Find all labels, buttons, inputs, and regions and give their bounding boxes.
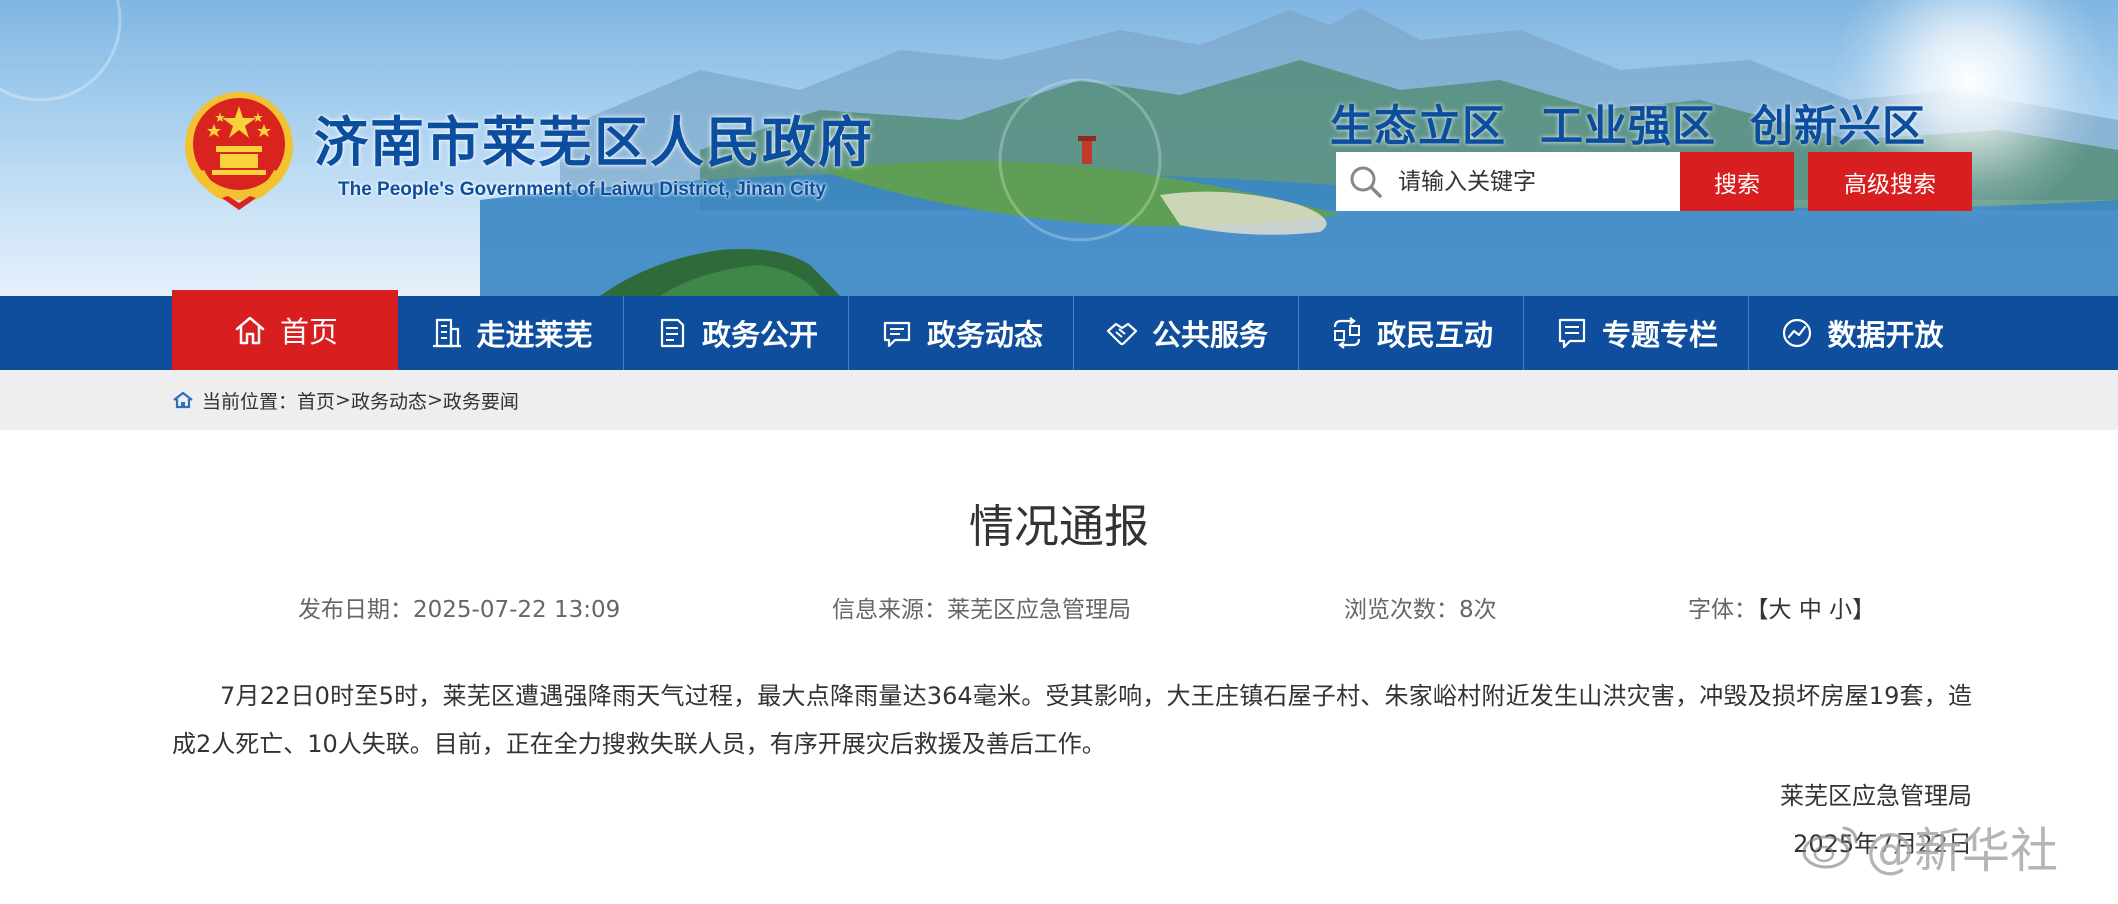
nav-item-special-topics[interactable]: 专题专栏 <box>1524 296 1749 370</box>
watermark-text: @新华社 <box>1866 823 2059 879</box>
slogan: 生态立区 工业强区 创新兴区 <box>1330 102 1926 152</box>
info-source: 信息来源：莱芜区应急管理局 <box>832 597 1131 623</box>
article-body: 7月22日0时至5时，莱芜区遭遇强降雨天气过程，最大点降雨量达364毫米。受其影… <box>172 682 1972 758</box>
nav-item-gov-info[interactable]: 政务公开 <box>624 296 849 370</box>
breadcrumb-prefix: 当前位置： <box>202 390 298 413</box>
nav-item-interaction[interactable]: 政民互动 <box>1299 296 1524 370</box>
chat-icon <box>883 321 911 348</box>
search-box <box>1336 152 1680 211</box>
search-icon <box>1350 166 1382 198</box>
nav-item-home[interactable]: 首页 <box>172 290 398 370</box>
home-icon <box>173 391 193 409</box>
handshake-icon <box>1106 322 1138 346</box>
nav-item-public-service[interactable]: 公共服务 <box>1074 296 1299 370</box>
nav-item-label: 首页 <box>279 315 338 349</box>
font-size-large[interactable]: 大 <box>1769 597 1792 623</box>
nav-item-label: 公共服务 <box>1151 318 1268 352</box>
interaction-icon <box>1333 317 1361 349</box>
site-subtitle: The People's Government of Laiwu Distric… <box>338 179 827 200</box>
article-signature: 莱芜区应急管理局 <box>1780 782 1972 810</box>
breadcrumb-home-link[interactable]: 首页 <box>297 387 335 414</box>
breadcrumb-gov-news-link[interactable]: 政务动态 <box>351 387 427 414</box>
breadcrumb-bar: 当前位置： 首页 > 政务动态 > 政务要闻 <box>0 370 2118 430</box>
nav-item-label: 专题专栏 <box>1601 318 1718 352</box>
main-nav: 首页 走进莱芜 政务公开 政务动态 公共服务 政民互动 专题专栏 数据开放 <box>0 290 2118 370</box>
nav-item-label: 政务动态 <box>926 318 1043 352</box>
search-button[interactable]: 搜索 <box>1680 152 1794 211</box>
font-size-selector: 字体：【大 中 小】 <box>1688 590 1875 624</box>
search-input[interactable] <box>1398 168 1668 195</box>
header-banner: 济南市莱芜区人民政府 The People's Government of La… <box>0 0 2118 296</box>
weibo-logo-icon <box>1802 826 1858 869</box>
font-bracket-open: 【 <box>1757 597 1769 623</box>
watermark: @新华社 <box>1800 816 2058 879</box>
building-icon <box>433 318 462 348</box>
nav-item-about[interactable]: 走进莱芜 <box>398 296 624 370</box>
breadcrumb: 当前位置： 首页 > 政务动态 > 政务要闻 <box>172 370 519 430</box>
nav-item-label: 政务公开 <box>701 318 818 352</box>
nav-item-label: 政民互动 <box>1376 318 1493 352</box>
national-emblem-icon <box>185 92 293 210</box>
font-size-label: 字体： <box>1688 597 1757 623</box>
view-count: 浏览次数：8次 <box>1344 597 1497 623</box>
nav-item-label: 数据开放 <box>1827 318 1944 352</box>
nav-item-label: 走进莱芜 <box>476 318 593 352</box>
publish-date: 发布日期：2025-07-22 13:09 <box>298 597 621 623</box>
breadcrumb-separator: > <box>335 389 351 411</box>
nav-item-open-data[interactable]: 数据开放 <box>1749 296 1974 370</box>
advanced-search-button[interactable]: 高级搜索 <box>1808 152 1972 211</box>
site-title: 济南市莱芜区人民政府 <box>314 111 874 174</box>
data-icon <box>1783 318 1812 348</box>
nav-item-gov-news[interactable]: 政务动态 <box>849 296 1074 370</box>
breadcrumb-current-link[interactable]: 政务要闻 <box>443 387 519 414</box>
home-icon <box>235 316 265 345</box>
column-icon <box>1558 318 1586 349</box>
article-title: 情况通报 <box>968 500 1149 553</box>
document-icon <box>660 318 685 348</box>
font-size-medium[interactable]: 中 <box>1799 597 1822 623</box>
font-size-small[interactable]: 小 <box>1829 597 1852 623</box>
font-bracket-close: 】 <box>1852 597 1876 623</box>
breadcrumb-separator: > <box>426 389 443 411</box>
